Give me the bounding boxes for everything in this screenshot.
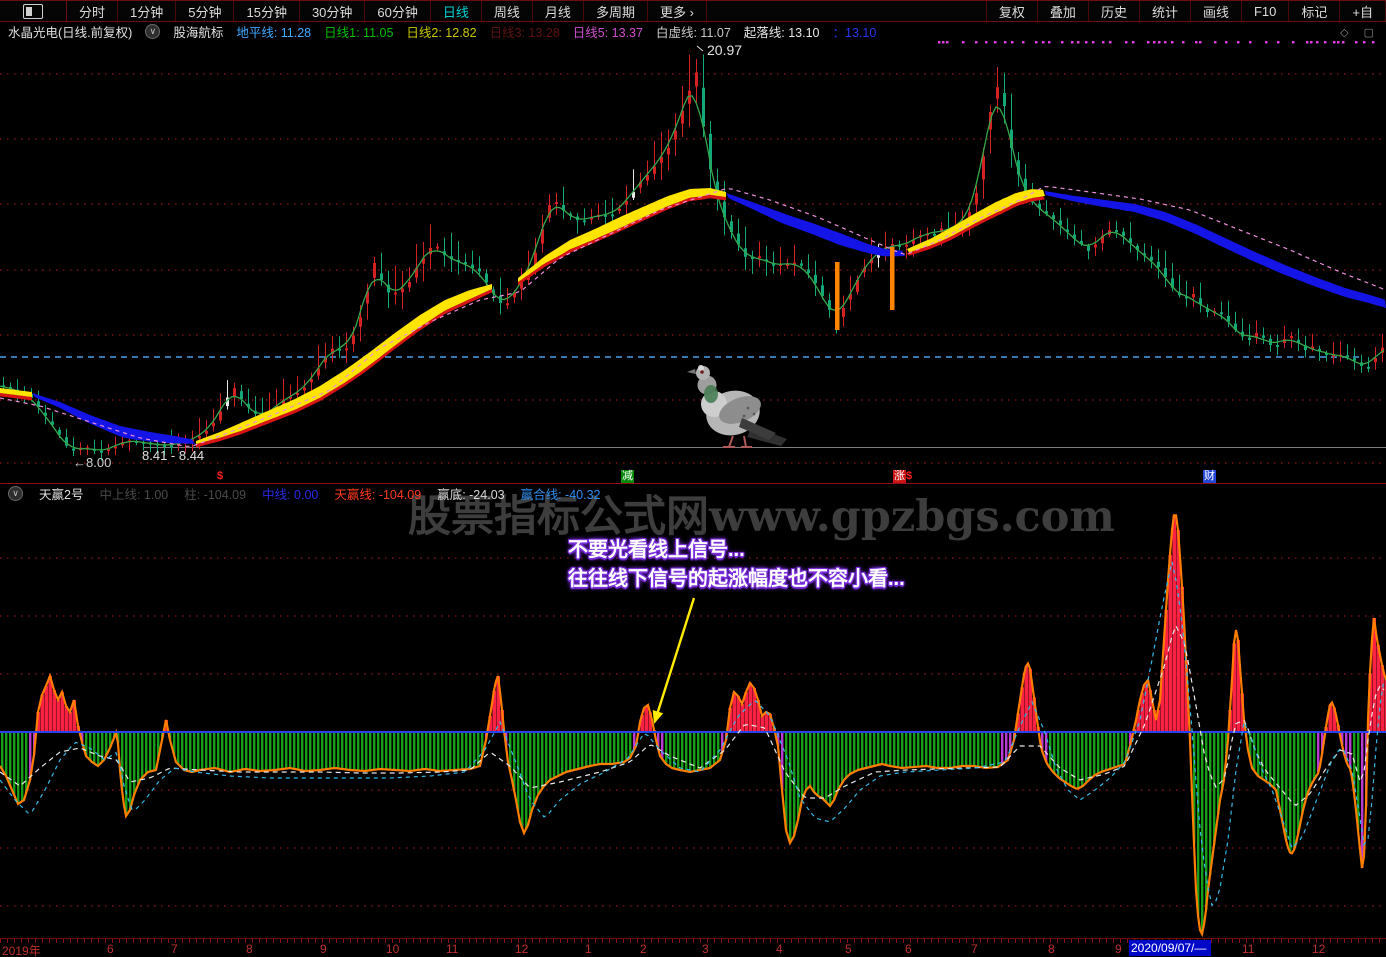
menu-item-30分钟[interactable]: 30分钟 — [300, 1, 365, 21]
axis-label-1: 1 — [585, 942, 592, 956]
svg-text:←8.00: ←8.00 — [73, 455, 111, 470]
axis-label-6: 6 — [905, 942, 912, 956]
axis-label-8: 8 — [246, 942, 253, 956]
window-icon — [23, 4, 43, 19]
menu-item-更多 ›[interactable]: 更多 › — [648, 1, 707, 21]
signal-marker-row: $ 减 涨$ 财 — [0, 470, 1386, 484]
axis-label-5: 5 — [845, 942, 852, 956]
signal-marker-减: 减 — [621, 470, 634, 483]
axis-label-10: 10 — [386, 942, 399, 956]
menu-item-历史[interactable]: 历史 — [1089, 1, 1140, 21]
panel-value-中线: 中线: 0.00 — [262, 484, 318, 503]
menu-item-分时[interactable]: 分时 — [67, 1, 118, 21]
axis-label-8: 8 — [1048, 942, 1055, 956]
annotation-line-1: 不要光看线上信号... — [568, 536, 905, 565]
menu-item-统计[interactable]: 统计 — [1140, 1, 1191, 21]
signal-marker-财: 财 — [1203, 470, 1216, 483]
pigeon-photo — [687, 365, 787, 447]
menu-item-15分钟[interactable]: 15分钟 — [234, 1, 299, 21]
cursor-date-box: 2020/09/07/— — [1129, 940, 1211, 956]
chevron-down-icon[interactable]: ∨ — [145, 24, 160, 39]
signal-marker-$: $ — [217, 470, 223, 483]
axis-label-2: 2 — [640, 942, 647, 956]
axis-label-7: 7 — [171, 942, 178, 956]
menu-spacer — [707, 1, 987, 21]
time-axis[interactable]: 2019年67891011121234567891112 2020/09/07/… — [0, 938, 1386, 957]
indicator-panel-title[interactable]: 天赢2号 — [39, 484, 83, 503]
menu-item-画线[interactable]: 画线 — [1191, 1, 1242, 21]
indicator-values: 地平线: 11.28 日线1: 11.05 日线2: 12.82 日线3: 13.28… — [236, 22, 876, 41]
axis-label-11: 11 — [1242, 942, 1254, 956]
signal-marker-涨: 涨$ — [893, 470, 912, 483]
menu-item-+自[interactable]: +自 — [1340, 1, 1386, 21]
menu-item-日线[interactable]: 日线 — [431, 1, 482, 21]
axis-label-9: 9 — [1115, 942, 1122, 956]
axis-label-12: 12 — [1312, 942, 1325, 956]
indicator-value-extra: ：13.10 — [833, 22, 877, 41]
panel-value-天赢线: 天赢线: -104.09 — [334, 484, 421, 503]
stock-title[interactable]: 水晶光电(日线.前复权) — [8, 22, 132, 41]
svg-text:20.97: 20.97 — [707, 42, 742, 58]
menu-item-复权[interactable]: 复权 — [987, 1, 1038, 21]
indicator-panel-header: ∨ 天赢2号 中上线: 1.00 柱: -104.09 中线: 0.00 天赢线: -… — [0, 486, 1386, 501]
axis-label-6: 6 — [107, 942, 114, 956]
indicator-value-日线5: 日线5: 13.37 — [573, 22, 643, 41]
chevron-down-icon[interactable]: ∨ — [8, 486, 23, 501]
indicator-value-日线3: 日线3: 13.28 — [490, 22, 560, 41]
menu-item-60分钟[interactable]: 60分钟 — [365, 1, 430, 21]
main-indicator-name[interactable]: 股海航标 — [173, 22, 223, 41]
panel-value-柱: 柱: -104.09 — [184, 484, 246, 503]
panel-value-赢底: 赢底: -24.03 — [437, 484, 504, 503]
info-bar: 水晶光电(日线.前复权) ∨ 股海航标 地平线: 11.28 日线1: 11.05… — [0, 23, 1386, 40]
menu-item-叠加[interactable]: 叠加 — [1038, 1, 1089, 21]
axis-label-2019年: 2019年 — [2, 942, 41, 957]
menu-item-1分钟[interactable]: 1分钟 — [118, 1, 176, 21]
indicator-value-白虚线: 白虚线: 11.07 — [656, 22, 731, 41]
svg-text:8.41 - 8.44: 8.41 - 8.44 — [142, 448, 204, 463]
menu-item-5分钟[interactable]: 5分钟 — [176, 1, 234, 21]
axis-label-9: 9 — [320, 942, 327, 956]
top-menu-bar: 分时1分钟5分钟15分钟30分钟60分钟日线周线月线多周期更多 › 复权叠加历史… — [0, 0, 1386, 22]
axis-label-3: 3 — [702, 942, 709, 956]
tools-menu: 复权叠加历史统计画线F10标记+自 — [987, 1, 1386, 21]
axis-label-4: 4 — [776, 942, 783, 956]
axis-label-7: 7 — [971, 942, 978, 956]
menu-item-月线[interactable]: 月线 — [533, 1, 584, 21]
indicator-panel-values: 中上线: 1.00 柱: -104.09 中线: 0.00 天赢线: -104.09 赢… — [99, 484, 600, 503]
indicator-value-地平线: 地平线: 11.28 — [236, 22, 311, 41]
app-window-button[interactable] — [0, 1, 67, 21]
indicator-value-起落线: 起落线: 13.10 — [744, 22, 820, 41]
menu-item-多周期[interactable]: 多周期 — [584, 1, 648, 21]
menu-item-F10[interactable]: F10 — [1242, 1, 1289, 21]
indicator-value-日线2: 日线2: 12.82 — [406, 22, 476, 41]
axis-label-12: 12 — [515, 942, 528, 956]
menu-item-标记[interactable]: 标记 — [1289, 1, 1340, 21]
panel-value-赢合线: 赢合线: -40.32 — [521, 484, 601, 503]
chart-corner-icons[interactable]: ◇ ▢ — [1340, 26, 1380, 39]
period-menu: 分时1分钟5分钟15分钟30分钟60分钟日线周线月线多周期更多 › — [67, 1, 707, 21]
indicator-value-日线1: 日线1: 11.05 — [324, 22, 393, 41]
annotation-line-2: 往往线下信号的起涨幅度也不容小看... — [568, 565, 905, 594]
annotation-text: 不要光看线上信号... 往往线下信号的起涨幅度也不容小看... — [568, 536, 905, 594]
trading-app-window: 20.97 ←8.00 8.41 - 8.44 分时1分钟5分钟15分钟30分钟60… — [0, 0, 1386, 957]
menu-item-周线[interactable]: 周线 — [482, 1, 533, 21]
axis-label-11: 11 — [446, 942, 458, 956]
panel-value-中上线: 中上线: 1.00 — [99, 484, 168, 503]
